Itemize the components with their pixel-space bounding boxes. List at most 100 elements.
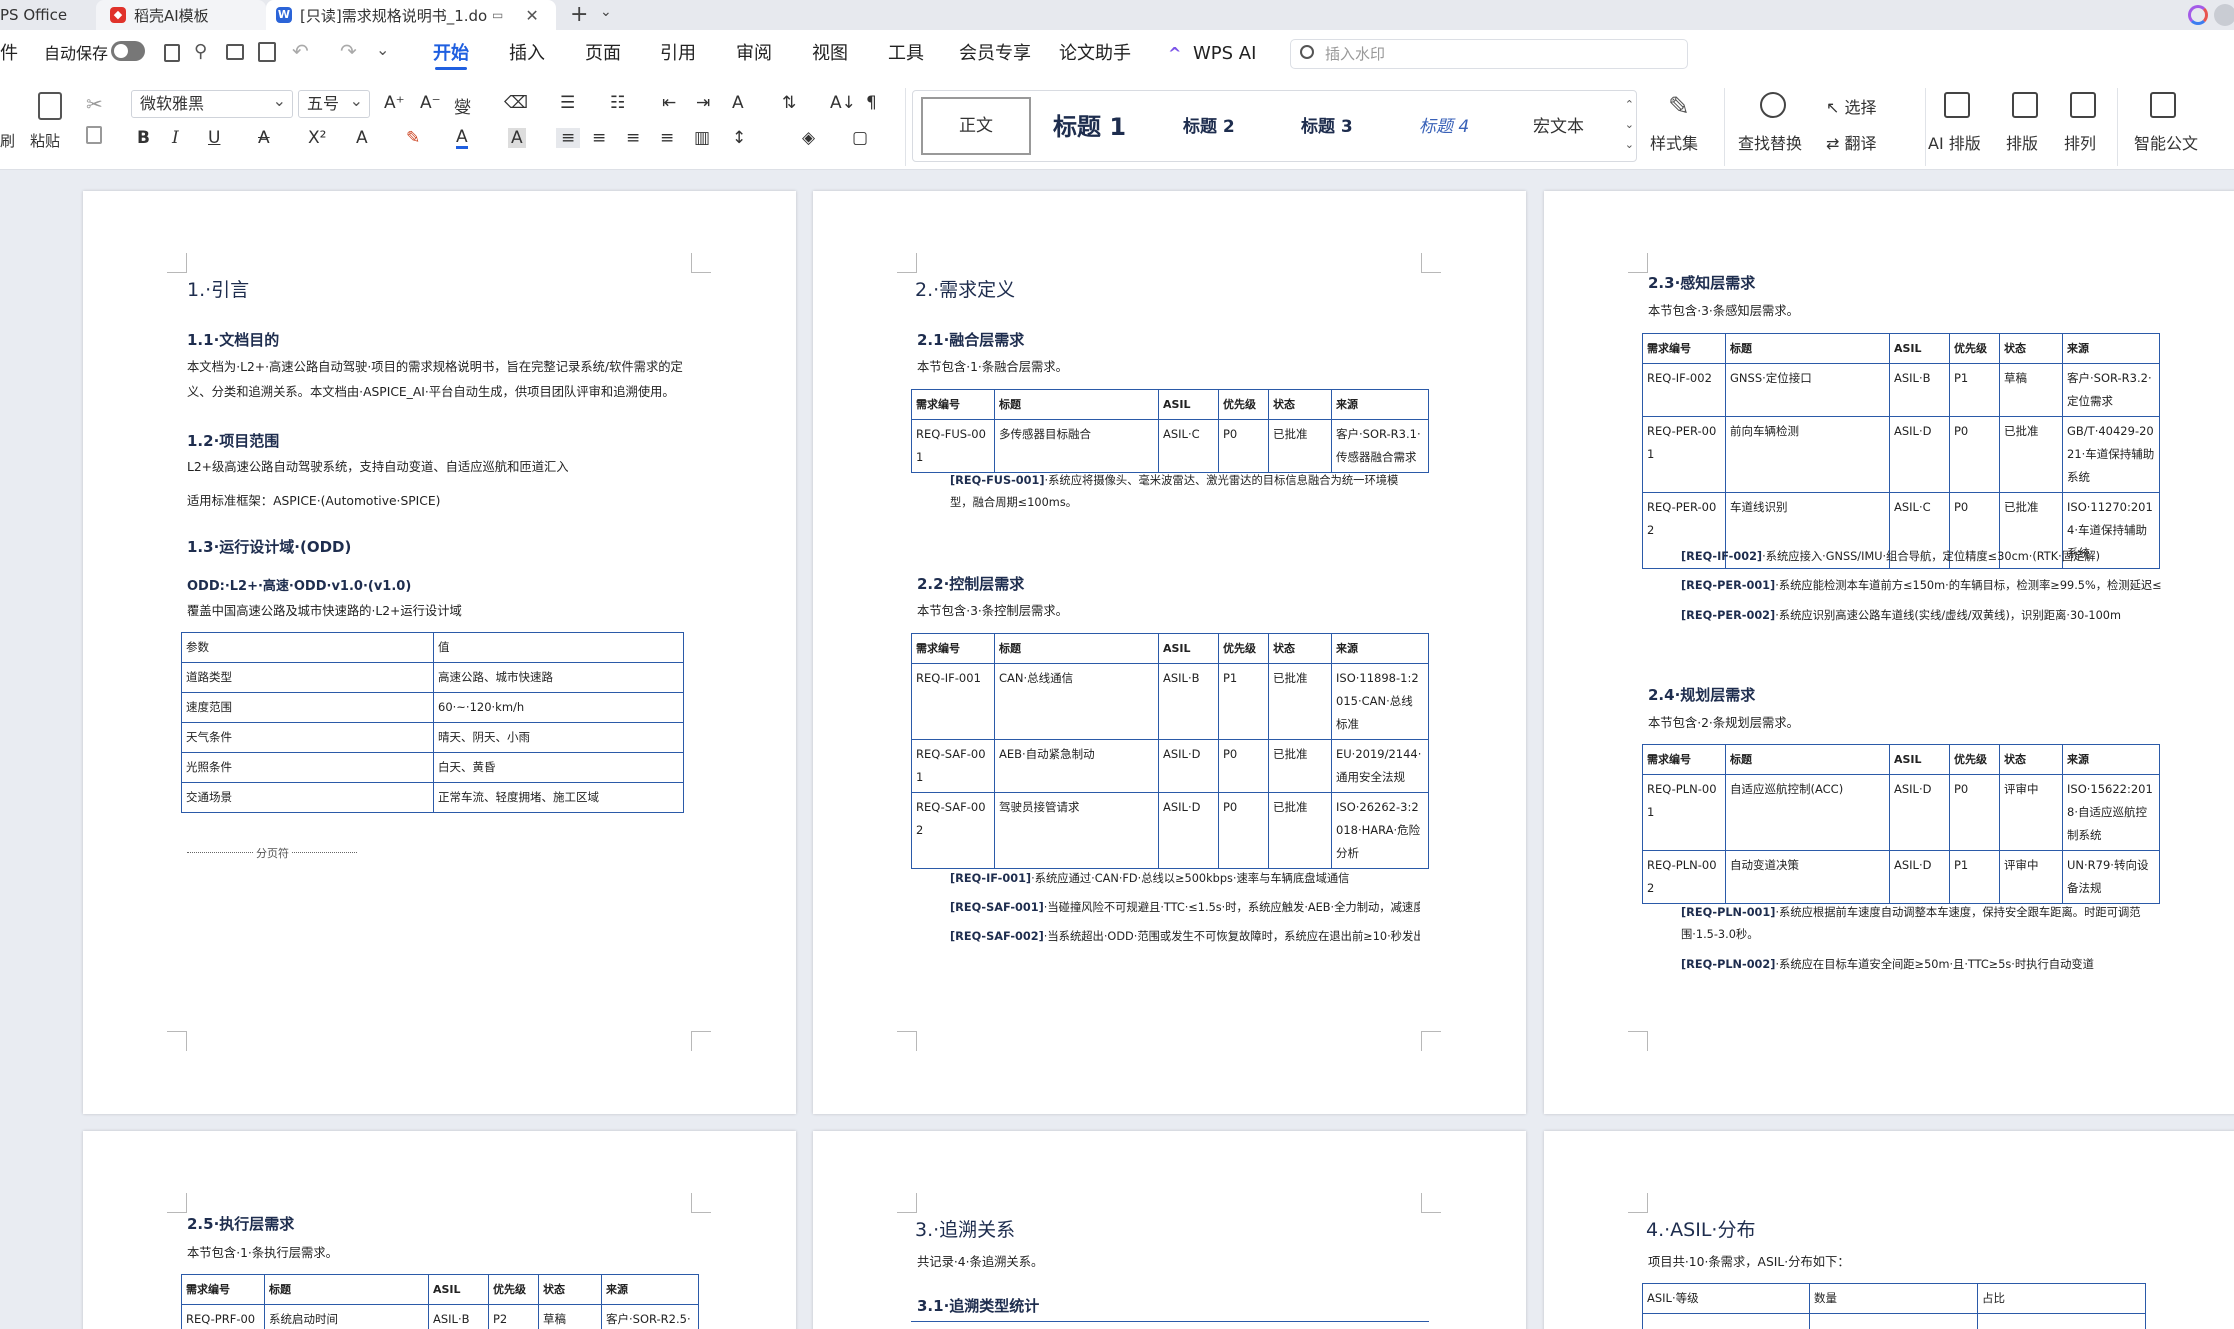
autosave-toggle[interactable] — [111, 41, 145, 61]
style-set-button[interactable]: 样式集 — [1650, 130, 1698, 154]
menu-review[interactable]: 审阅 — [736, 30, 772, 78]
close-icon[interactable]: ✕ — [525, 6, 538, 25]
paste-icon[interactable] — [38, 92, 62, 120]
strikethrough-icon[interactable]: A — [258, 128, 270, 148]
monitor-icon[interactable]: ▭ — [492, 8, 503, 22]
font-size-select[interactable]: 五号 — [298, 88, 370, 118]
more-icon[interactable]: ⌄ — [376, 40, 389, 59]
menu-insert[interactable]: 插入 — [509, 30, 545, 78]
font-name-select[interactable]: 微软雅黑 — [131, 88, 293, 118]
style-heading-2[interactable]: 标题 2 — [1183, 91, 1235, 163]
distributed-icon[interactable]: ▥ — [694, 128, 710, 148]
pinyin-icon[interactable]: 燮 — [454, 93, 471, 118]
italic-icon[interactable]: I — [172, 128, 179, 148]
save-icon[interactable] — [164, 44, 180, 62]
font-color-icon[interactable]: A — [456, 128, 468, 149]
chevron-down-icon[interactable]: ⌄ — [600, 4, 612, 20]
style-heading-4[interactable]: 标题 4 — [1419, 91, 1469, 163]
copy-icon[interactable] — [86, 126, 102, 144]
table-cell: ASIL·B — [1889, 363, 1950, 417]
shrink-font-icon[interactable]: A⁻ — [420, 93, 441, 113]
sort-icon[interactable]: A↓ — [830, 93, 856, 113]
line-spacing-icon[interactable]: ⇅ — [782, 93, 796, 113]
numbered-list-icon[interactable]: ☷ — [610, 93, 625, 113]
style-heading-3[interactable]: 标题 3 — [1301, 91, 1353, 163]
table-header: 标题 — [264, 1274, 429, 1305]
menu-member[interactable]: 会员专享 — [959, 30, 1031, 78]
search-input[interactable]: 插入水印 — [1290, 39, 1688, 69]
table-header-row: 需求编号 标题 ASIL 优先级 状态 来源 — [1642, 333, 2160, 364]
increase-indent-icon[interactable]: ⇥ — [696, 93, 710, 113]
tab-label: 稻壳AI模板 — [134, 6, 209, 25]
style-scroll-icon[interactable]: ⌃ ⌄ ⌄ — [1625, 95, 1634, 155]
wps-ai-icon: ^ — [1168, 44, 1182, 63]
menu-wps-ai[interactable]: WPS AI — [1193, 30, 1256, 78]
grow-font-icon[interactable]: A⁺ — [384, 93, 405, 113]
table-header: 状态 — [1268, 633, 1332, 664]
justify-icon[interactable]: ≡ — [660, 128, 674, 148]
paragraph-spacing-icon[interactable]: ↕ — [732, 128, 746, 148]
align-center-icon[interactable]: ≡ — [592, 128, 606, 148]
menu-view[interactable]: 视图 — [812, 30, 848, 78]
menu-references[interactable]: 引用 — [660, 30, 696, 78]
decrease-indent-icon[interactable]: ⇤ — [662, 93, 676, 113]
menu-thesis[interactable]: 论文助手 — [1059, 30, 1131, 78]
req-id: [REQ-SAF-001] — [950, 901, 1044, 914]
style-set-icon: ✎ — [1668, 92, 1690, 122]
ai-layout-button[interactable]: AI 排版 — [1928, 130, 1981, 154]
bold-icon[interactable]: B — [137, 128, 150, 148]
shading-icon[interactable]: ◈ — [802, 128, 815, 148]
superscript-icon[interactable]: X² — [308, 128, 326, 148]
table-cell: 高速公路、城市快速路 — [433, 662, 684, 693]
req-note: [REQ-PLN-002]·系统应在目标车道安全间距≥50m·且·TTC≥5s·… — [1681, 954, 2161, 976]
select-button[interactable]: ↖ 选择 — [1826, 94, 1877, 118]
paste-button[interactable]: 粘贴 — [30, 130, 60, 151]
cut-icon[interactable]: ✂ — [86, 92, 103, 116]
clear-format-icon[interactable]: ⌫ — [504, 93, 528, 113]
translate-button[interactable]: ⇄ 翻译 — [1826, 130, 1877, 154]
style-heading-1[interactable]: 标题 1 — [1053, 91, 1126, 163]
share-icon[interactable]: ⚲ — [194, 41, 207, 62]
text-direction-icon[interactable]: A — [732, 93, 744, 113]
underline-icon[interactable]: U — [208, 128, 220, 148]
tab-document[interactable]: W [只读]需求规格说明书_1.do ▭ ✕ — [266, 0, 556, 30]
table-cell: REQ-PLN-001 — [1642, 774, 1726, 851]
print-preview-icon[interactable] — [258, 42, 276, 62]
align-left-icon[interactable]: ≡ — [556, 128, 581, 148]
layout-button[interactable]: 排版 — [2006, 130, 2038, 154]
style-macro-text[interactable]: 宏文本 — [1533, 91, 1584, 163]
bullet-list-icon[interactable]: ☰ — [560, 93, 575, 113]
format-painter-label[interactable]: 刷 — [0, 130, 15, 151]
find-replace-button[interactable]: 查找替换 — [1738, 130, 1802, 154]
show-marks-icon[interactable]: ¶ — [866, 93, 877, 113]
heading-odd: 1.3·运行设计域·(ODD) — [187, 538, 352, 556]
table-cell: 评审中 — [1999, 774, 2063, 851]
avatar[interactable] — [2214, 4, 2234, 26]
menu-file[interactable]: 件 — [0, 30, 18, 78]
req-note: [REQ-PER-002]·系统应识别高速公路车道线(实线/虚线/双黄线)，识别… — [1681, 605, 2161, 627]
smart-doc-button[interactable]: 智能公文 — [2134, 130, 2198, 154]
table-row: REQ-PRF-001系统启动时间ASIL·BP2草稿客户·SOR-R2.5·系 — [181, 1304, 699, 1329]
ai-assistant-icon[interactable] — [2188, 5, 2208, 25]
char-shading-icon[interactable]: A — [508, 128, 526, 148]
new-tab-icon[interactable]: + — [570, 2, 588, 27]
style-normal[interactable]: 正文 — [921, 97, 1031, 155]
print-icon[interactable] — [226, 44, 244, 60]
tab-wps-office[interactable]: PS Office — [0, 0, 88, 30]
menu-tools[interactable]: 工具 — [888, 30, 924, 78]
translate-label: 翻译 — [1844, 134, 1877, 153]
text-effect-icon[interactable]: A — [356, 128, 368, 148]
tab-docer-templates[interactable]: ◆ 稻壳AI模板 — [96, 0, 266, 30]
table-header: 参数 — [181, 632, 434, 663]
border-icon[interactable]: ▢ — [852, 128, 868, 148]
menu-home[interactable]: 开始 — [433, 30, 469, 78]
table-header: 占比 — [1977, 1283, 2146, 1314]
align-right-icon[interactable]: ≡ — [626, 128, 640, 148]
table-header: 需求编号 — [911, 633, 995, 664]
redo-icon[interactable]: ↷ — [340, 39, 357, 63]
undo-icon[interactable]: ↶ — [292, 39, 309, 63]
arrange-button[interactable]: 排列 — [2064, 130, 2096, 154]
arrange-icon — [2070, 92, 2096, 118]
menu-page[interactable]: 页面 — [585, 30, 621, 78]
highlight-icon[interactable]: ✎ — [406, 128, 420, 148]
